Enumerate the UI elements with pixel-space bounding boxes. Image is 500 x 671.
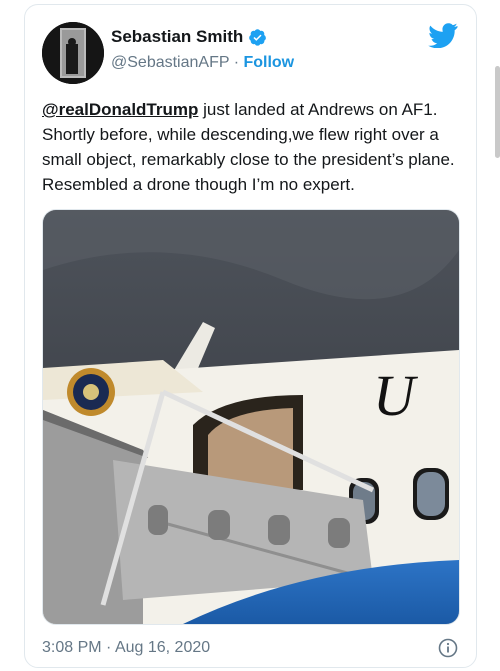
author-handle[interactable]: @SebastianAFP	[111, 54, 229, 71]
photo-illustration: U	[43, 210, 459, 624]
info-icon[interactable]	[438, 638, 458, 658]
verified-badge-icon	[249, 28, 267, 46]
avatar[interactable]	[42, 22, 104, 84]
author-handle-row: @SebastianAFP · Follow	[111, 54, 294, 72]
tweet-photo[interactable]: U	[42, 209, 460, 625]
mention-link[interactable]: @realDonaldTrump	[42, 100, 198, 119]
scrollbar[interactable]	[495, 66, 500, 158]
tweet-text: @realDonaldTrump just landed at Andrews …	[42, 97, 467, 197]
follow-button[interactable]: Follow	[243, 54, 294, 71]
tweet-card: Sebastian Smith @SebastianAFP · Follow @…	[24, 4, 477, 668]
timestamp-separator: ·	[106, 639, 112, 656]
author-name-row: Sebastian Smith	[111, 27, 267, 47]
handle-separator: ·	[233, 54, 240, 71]
timestamp-time: 3:08 PM	[42, 639, 102, 656]
fuselage-letter: U	[373, 363, 419, 428]
timestamp[interactable]: 3:08 PM · Aug 16, 2020	[42, 639, 210, 657]
twitter-bird-icon[interactable]	[428, 23, 458, 48]
author-name[interactable]: Sebastian Smith	[111, 27, 243, 47]
timestamp-date: Aug 16, 2020	[114, 639, 211, 656]
